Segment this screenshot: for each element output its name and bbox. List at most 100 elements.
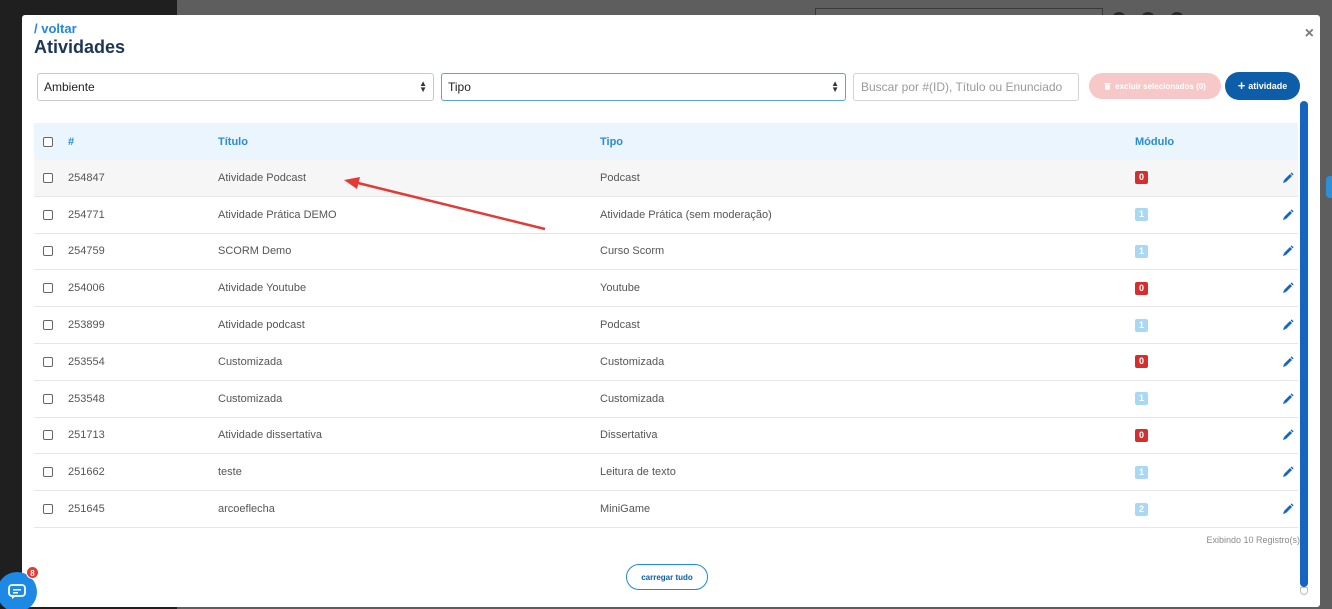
background-side-tab [1326,176,1332,198]
modulo-badge: 1 [1135,392,1148,406]
modal-title: Atividades [34,37,126,57]
pencil-icon [1283,503,1294,515]
load-all-button[interactable]: carregar tudo [626,564,708,590]
row-checkbox[interactable] [43,172,53,183]
sort-arrows-icon: ▲ ▼ [831,79,839,94]
row-modulo: 0 [1135,355,1148,369]
modulo-badge: 0 [1135,171,1148,185]
row-tipo: Customizada [600,355,665,368]
edit-button[interactable] [1282,393,1294,405]
row-tipo: Youtube [600,282,640,295]
row-modulo: 1 [1135,208,1148,222]
row-modulo: 0 [1135,281,1148,295]
row-title: Customizada [218,355,283,368]
table-row[interactable]: 254771 Atividade Prática DEMO Atividade Pr… [34,197,1298,234]
row-checkbox[interactable] [43,504,53,515]
row-modulo: 1 [1135,318,1148,332]
row-modulo: 1 [1135,392,1148,406]
row-tipo: Atividade Prática (sem moderação) [600,208,772,221]
table-row[interactable]: 251662 teste Leitura de texto 1 [34,454,1298,492]
row-id: 251645 [68,503,105,516]
activities-modal: / voltar Atividades × Ambiente ▲ ▼ Tipo ▲… [22,15,1320,607]
row-checkbox[interactable] [43,356,53,367]
table-header: # Título Tipo Módulo [34,123,1298,160]
back-link[interactable]: / voltar [34,21,77,36]
edit-button[interactable] [1282,466,1294,478]
delete-selected-label: excluir selecionados (0) [1115,81,1206,91]
filters-bar: Ambiente ▲▼ Tipo ▲▼ excluir selecionados… [37,72,1302,103]
pencil-icon [1283,429,1294,441]
edit-button[interactable] [1282,209,1294,221]
table-row[interactable]: 251713 Atividade dissertativa Dissertativa… [34,418,1298,455]
edit-button[interactable] [1282,503,1294,515]
row-title: teste [218,466,242,479]
sort-arrows-icon: ▲ ▼ [419,79,427,94]
header-id[interactable]: # [68,136,74,148]
row-title: Atividade podcast [218,319,305,332]
add-activity-button[interactable]: + atividade [1225,72,1300,100]
table-row[interactable]: 254759 SCORM Demo Curso Scorm 1 [34,234,1298,271]
row-title: Atividade Podcast [218,171,307,184]
edit-button[interactable] [1282,282,1294,294]
plus-icon: + [1237,78,1246,93]
row-id: 254006 [68,282,105,295]
ambiente-select[interactable]: Ambiente ▲ ▼ [37,73,434,101]
modulo-badge: 0 [1135,281,1148,295]
row-modulo: 2 [1135,502,1148,516]
row-id: 254759 [68,245,105,258]
row-title: Atividade dissertativa [218,429,322,442]
row-checkbox[interactable] [43,430,53,441]
row-tipo: Customizada [600,392,665,405]
search-input[interactable] [853,73,1079,101]
row-title: SCORM Demo [218,245,292,258]
row-id: 254771 [68,208,105,221]
edit-button[interactable] [1282,245,1294,257]
scrollbar-thumb[interactable] [1300,101,1308,587]
trash-icon [1104,83,1111,90]
close-icon[interactable]: × [1305,25,1314,43]
table-row[interactable]: 254847 Atividade Podcast Podcast 0 [34,160,1298,197]
row-modulo: 1 [1135,244,1148,258]
tipo-select[interactable]: Tipo ▲ ▼ [441,73,846,101]
row-title: Customizada [218,392,283,405]
edit-button[interactable] [1282,429,1294,441]
table-row[interactable]: 251645 arcoeflecha MiniGame 2 [34,491,1298,528]
modulo-badge: 1 [1135,465,1148,479]
tipo-select-value: Tipo [448,80,471,94]
table-row[interactable]: 253554 Customizada Customizada 0 [34,344,1298,381]
modulo-badge: 1 [1135,208,1148,222]
table-row[interactable]: 253899 Atividade podcast Podcast 1 [34,307,1298,344]
row-id: 251662 [68,466,105,479]
row-checkbox[interactable] [43,283,53,294]
row-tipo: Podcast [600,171,640,184]
pencil-icon [1283,209,1294,220]
table-row[interactable]: 254006 Atividade Youtube Youtube 0 [34,270,1298,308]
header-title[interactable]: Título [218,136,248,148]
records-count: Exibindo 10 Registro(s) [1206,535,1300,545]
row-id: 253554 [68,355,105,368]
row-tipo: Dissertativa [600,429,658,442]
pencil-icon [1283,282,1294,294]
select-all-checkbox[interactable] [43,136,53,147]
header-tipo[interactable]: Tipo [600,136,623,148]
pencil-icon [1283,356,1294,367]
row-checkbox[interactable] [43,246,53,257]
delete-selected-button[interactable]: excluir selecionados (0) [1089,73,1221,99]
row-checkbox[interactable] [43,467,53,478]
row-tipo: MiniGame [600,503,651,516]
row-title: arcoeflecha [218,503,275,516]
table-row[interactable]: 253548 Customizada Customizada 1 [34,381,1298,418]
header-modulo[interactable]: Módulo [1135,136,1174,148]
edit-button[interactable] [1282,319,1294,331]
row-checkbox[interactable] [43,393,53,404]
edit-button[interactable] [1282,172,1294,184]
row-checkbox[interactable] [43,209,53,220]
row-tipo: Podcast [600,319,640,332]
scrollbar-track-end[interactable] [1300,587,1308,595]
edit-button[interactable] [1282,356,1294,368]
ambiente-select-value: Ambiente [44,80,95,94]
row-checkbox[interactable] [43,320,53,331]
row-id: 254847 [68,171,105,184]
pencil-icon [1283,245,1294,257]
pencil-icon [1283,393,1294,404]
